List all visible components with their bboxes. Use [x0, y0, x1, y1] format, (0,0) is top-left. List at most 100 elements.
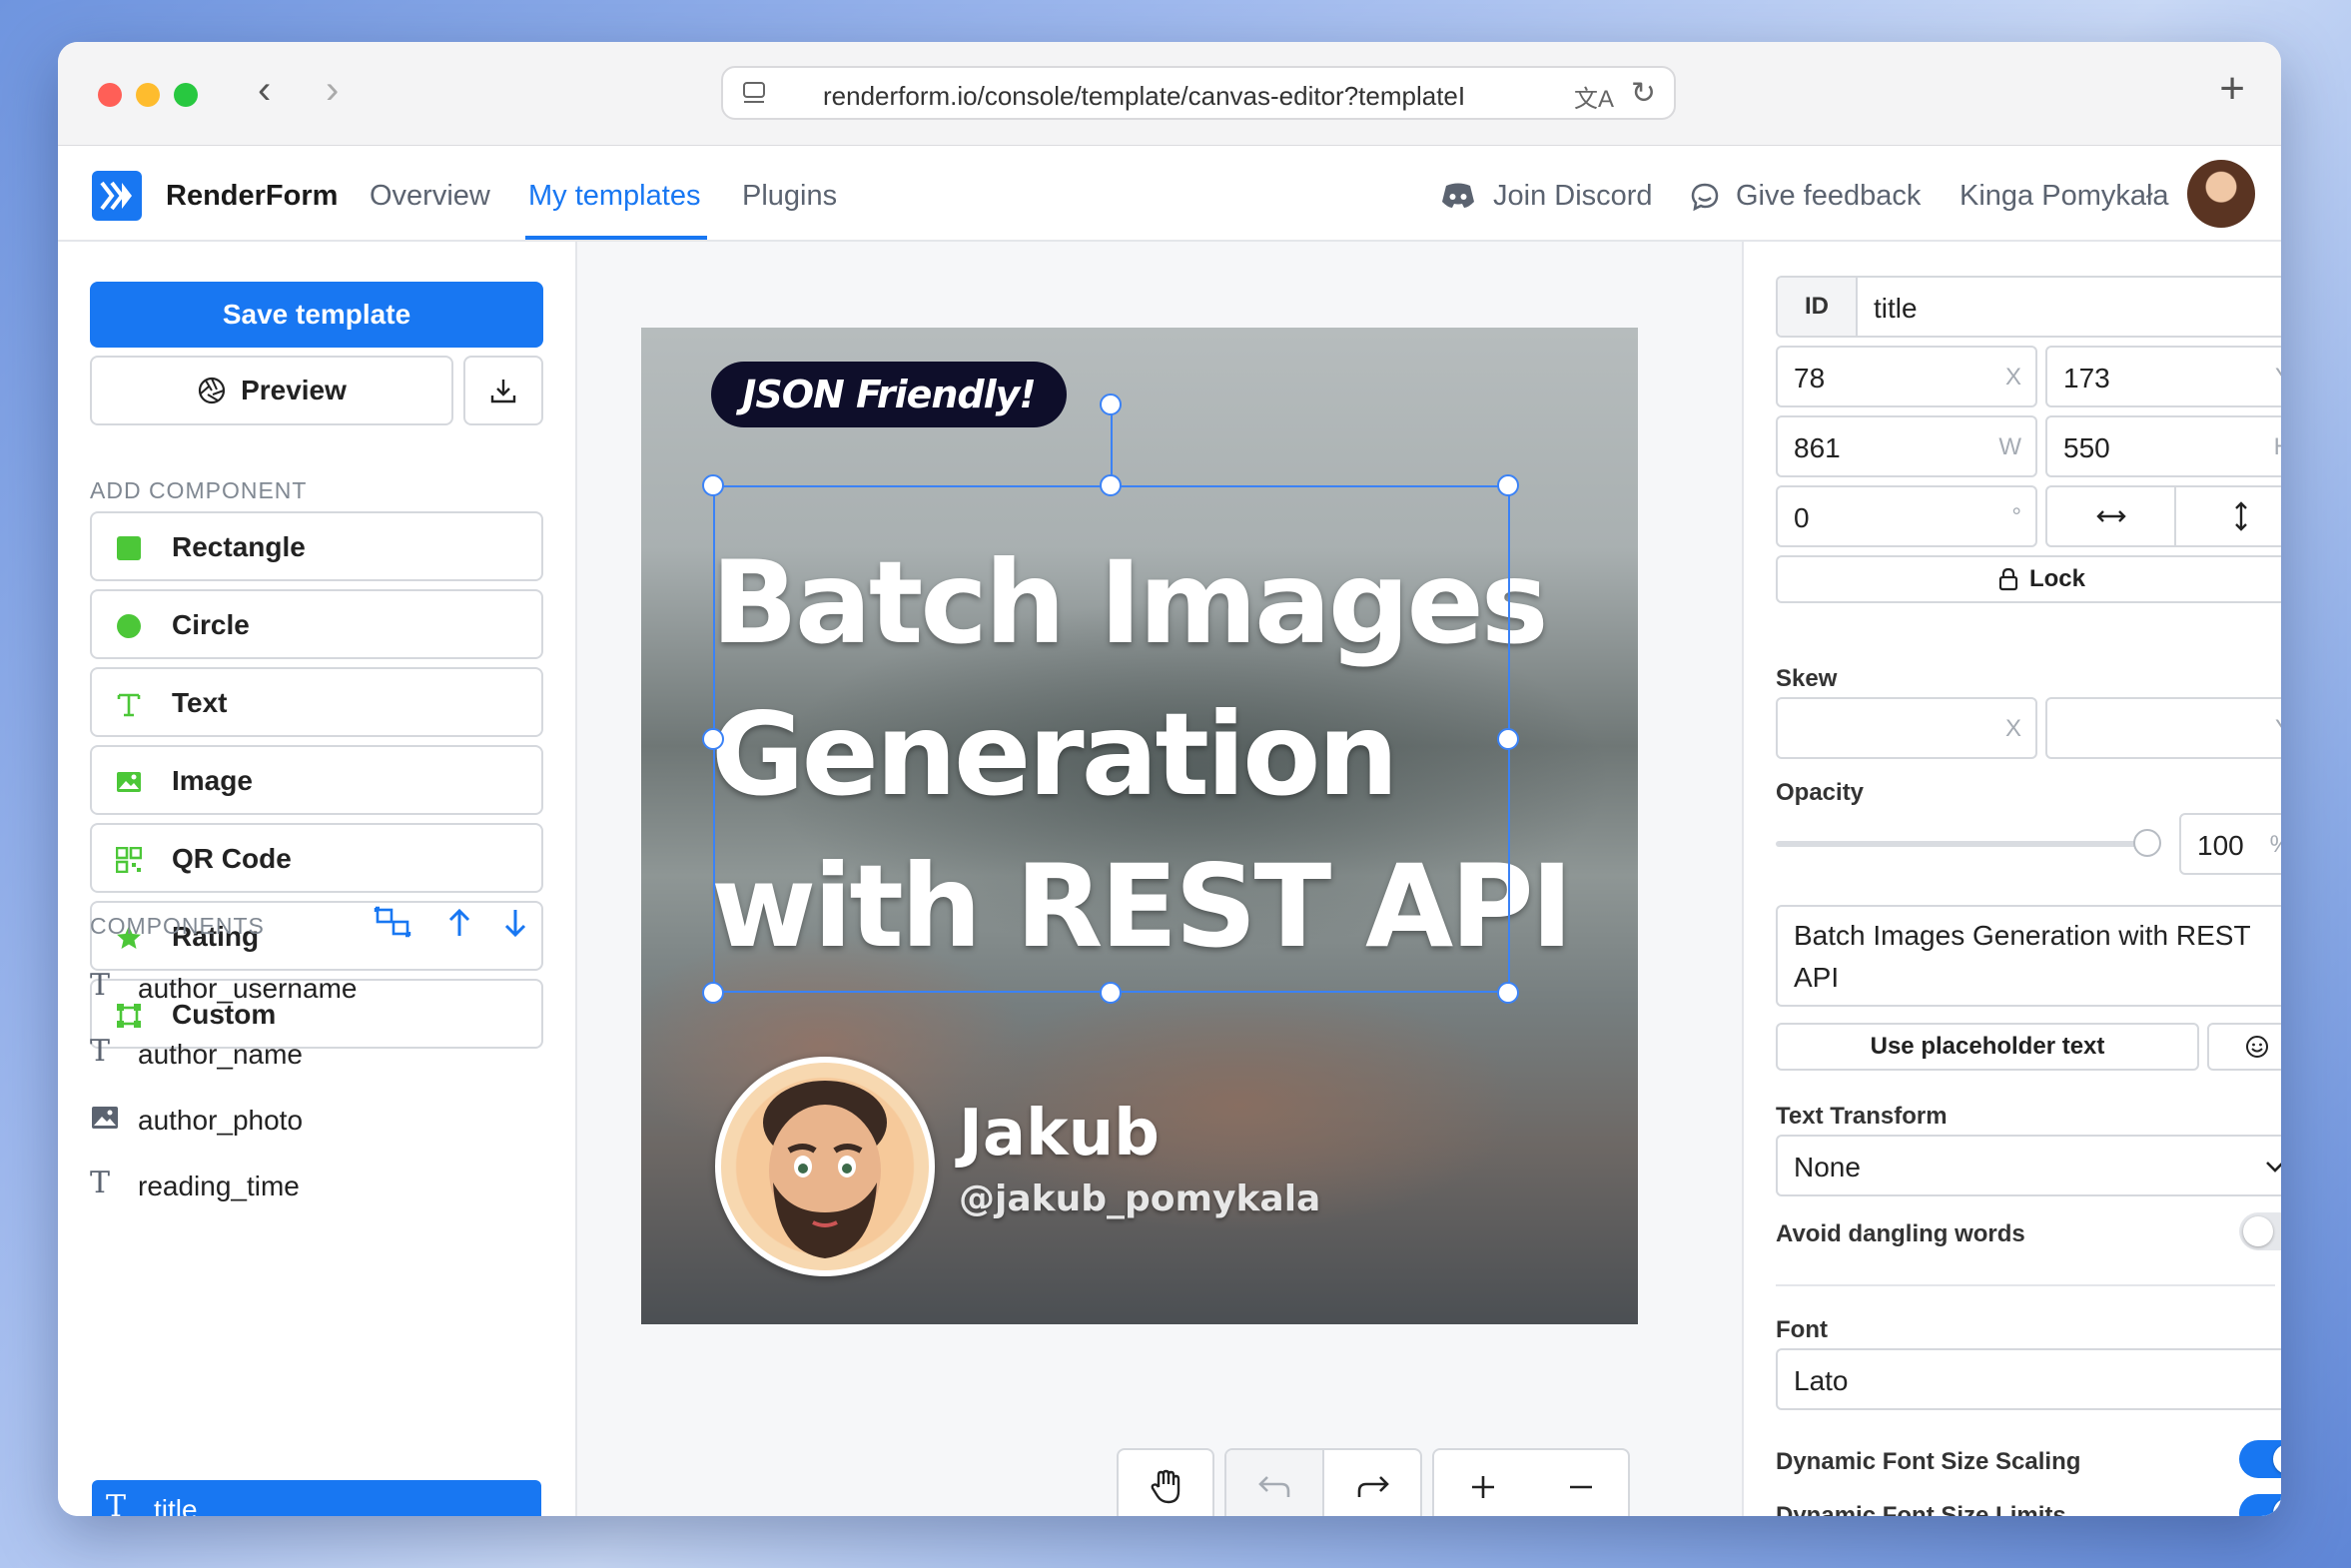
undo-button[interactable]	[1226, 1450, 1324, 1516]
user-name[interactable]: Kinga Pomykała	[1959, 180, 2169, 213]
id-value[interactable]: title	[1874, 293, 1918, 325]
flip-vertical-button[interactable]	[2176, 487, 2281, 545]
text-content-value[interactable]: Batch Images Generation with REST API	[1794, 915, 2263, 999]
flip-horizontal-button[interactable]	[2047, 487, 2176, 545]
nav-overview[interactable]: Overview	[370, 180, 490, 213]
lock-button[interactable]: Lock	[1776, 555, 2281, 603]
group-layers-icon[interactable]	[374, 906, 413, 940]
preview-button[interactable]: Preview	[90, 356, 453, 425]
selection-box[interactable]	[713, 485, 1510, 993]
text-icon: T	[90, 968, 111, 1003]
forward-arrow-icon[interactable]: ›	[326, 70, 339, 110]
layer-author-username[interactable]: T author_username	[90, 959, 543, 1017]
skew-y-field[interactable]: Y	[2045, 697, 2281, 759]
download-button[interactable]	[463, 356, 543, 425]
avoid-dangling-toggle[interactable]	[2239, 1212, 2281, 1250]
join-discord-link[interactable]: Join Discord	[1493, 180, 1653, 213]
layer-label: author_name	[138, 1039, 304, 1070]
components-heading: COMPONENTS	[90, 913, 265, 939]
hand-icon	[1151, 1469, 1180, 1504]
text-content-field[interactable]: Batch Images Generation with REST API	[1776, 905, 2281, 1007]
site-settings-icon[interactable]	[741, 80, 767, 106]
move-layer-down-icon[interactable]	[501, 906, 529, 940]
canvas-area[interactable]: JSON Friendly! Batch Images Generation w…	[577, 242, 1742, 1516]
add-qr-code-button[interactable]: QR Code	[90, 823, 543, 893]
back-arrow-icon[interactable]: ‹	[258, 70, 271, 110]
pan-tool-button[interactable]	[1117, 1448, 1214, 1516]
resize-handle-left[interactable]	[702, 728, 724, 750]
maximize-window-button[interactable]	[174, 83, 198, 107]
reload-icon[interactable]: ↻	[1631, 76, 1656, 111]
use-placeholder-button[interactable]: Use placeholder text	[1776, 1023, 2199, 1071]
height-field[interactable]: 550 H	[2045, 415, 2281, 477]
undo-icon	[1258, 1476, 1290, 1497]
minimize-window-button[interactable]	[136, 83, 160, 107]
x-position-field[interactable]: 78 X	[1776, 346, 2037, 407]
rotation-field[interactable]: 0 °	[1776, 485, 2037, 547]
template-artboard[interactable]: JSON Friendly! Batch Images Generation w…	[641, 328, 1638, 1324]
add-rectangle-button[interactable]: Rectangle	[90, 511, 543, 581]
y-position-field[interactable]: 173 Y	[2045, 346, 2281, 407]
move-layer-up-icon[interactable]	[445, 906, 473, 940]
text-transform-select[interactable]: None	[1776, 1135, 2281, 1196]
opacity-heading: Opacity	[1776, 779, 1865, 806]
h-value[interactable]: 550	[2063, 432, 2110, 464]
download-icon	[490, 380, 516, 403]
layer-reading-time[interactable]: T reading_time	[90, 1157, 543, 1214]
nav-my-templates[interactable]: My templates	[528, 180, 700, 213]
emoji-button[interactable]	[2207, 1023, 2281, 1071]
save-template-button[interactable]: Save template	[90, 282, 543, 348]
zoom-in-button[interactable]	[1434, 1450, 1532, 1516]
id-field[interactable]: ID title	[1776, 276, 2281, 338]
add-circle-button[interactable]: Circle	[90, 589, 543, 659]
opacity-field[interactable]: 100 %	[2179, 813, 2281, 875]
new-tab-icon[interactable]: +	[2219, 64, 2245, 114]
author-photo-element[interactable]	[715, 1057, 935, 1276]
y-value[interactable]: 173	[2063, 363, 2110, 394]
author-username-text[interactable]: @jakub_pomykala	[959, 1178, 1320, 1219]
w-value[interactable]: 861	[1794, 432, 1841, 464]
resize-handle-top[interactable]	[1100, 474, 1122, 496]
renderform-logo-icon[interactable]	[92, 171, 142, 221]
width-field[interactable]: 861 W	[1776, 415, 2037, 477]
add-image-button[interactable]: Image	[90, 745, 543, 815]
skew-x-field[interactable]: X	[1776, 697, 2037, 759]
dynamic-scaling-toggle[interactable]	[2239, 1440, 2281, 1478]
translate-icon[interactable]: 文A	[1574, 79, 1614, 114]
dynamic-scaling-label: Dynamic Font Size Scaling	[1776, 1448, 2081, 1475]
give-feedback-link[interactable]: Give feedback	[1736, 180, 1921, 213]
opacity-value[interactable]: 100	[2197, 830, 2244, 862]
rotation-value[interactable]: 0	[1794, 502, 1810, 534]
close-window-button[interactable]	[98, 83, 122, 107]
font-field[interactable]: Lato	[1776, 1348, 2281, 1410]
resize-handle-bottom[interactable]	[1100, 982, 1122, 1004]
opacity-slider-knob[interactable]	[2133, 829, 2161, 857]
layer-title[interactable]: Ttitle	[92, 1480, 541, 1516]
resize-handle-bottom-left[interactable]	[702, 982, 724, 1004]
redo-button[interactable]	[1324, 1450, 1422, 1516]
brand-name[interactable]: RenderForm	[166, 180, 338, 213]
resize-handle-top-right[interactable]	[1497, 474, 1519, 496]
json-friendly-badge[interactable]: JSON Friendly!	[711, 362, 1067, 427]
resize-handle-right[interactable]	[1497, 728, 1519, 750]
dynamic-limits-toggle[interactable]	[2239, 1494, 2281, 1516]
x-suffix: X	[2004, 364, 2021, 391]
app-header: RenderForm Overview My templates Plugins…	[58, 146, 2281, 242]
opacity-slider[interactable]	[1776, 841, 2145, 847]
zoom-out-button[interactable]	[1532, 1450, 1630, 1516]
font-value[interactable]: Lato	[1794, 1365, 1849, 1397]
user-avatar[interactable]	[2187, 160, 2255, 228]
qr-code-icon	[116, 847, 142, 873]
author-name-text[interactable]: Jakub	[959, 1097, 1160, 1171]
add-text-button[interactable]: Text	[90, 667, 543, 737]
nav-plugins[interactable]: Plugins	[742, 180, 837, 213]
layer-author-name[interactable]: T author_name	[90, 1025, 543, 1083]
address-bar[interactable]: renderform.io/console/template/canvas-ed…	[721, 66, 1676, 120]
resize-handle-bottom-right[interactable]	[1497, 982, 1519, 1004]
x-value[interactable]: 78	[1794, 363, 1825, 394]
resize-handle-top-left[interactable]	[702, 474, 724, 496]
url-text[interactable]: renderform.io/console/template/canvas-ed…	[823, 81, 1512, 112]
layer-author-photo[interactable]: author_photo	[90, 1091, 543, 1149]
rotation-handle[interactable]	[1100, 393, 1122, 415]
section-divider	[1776, 1284, 2275, 1286]
